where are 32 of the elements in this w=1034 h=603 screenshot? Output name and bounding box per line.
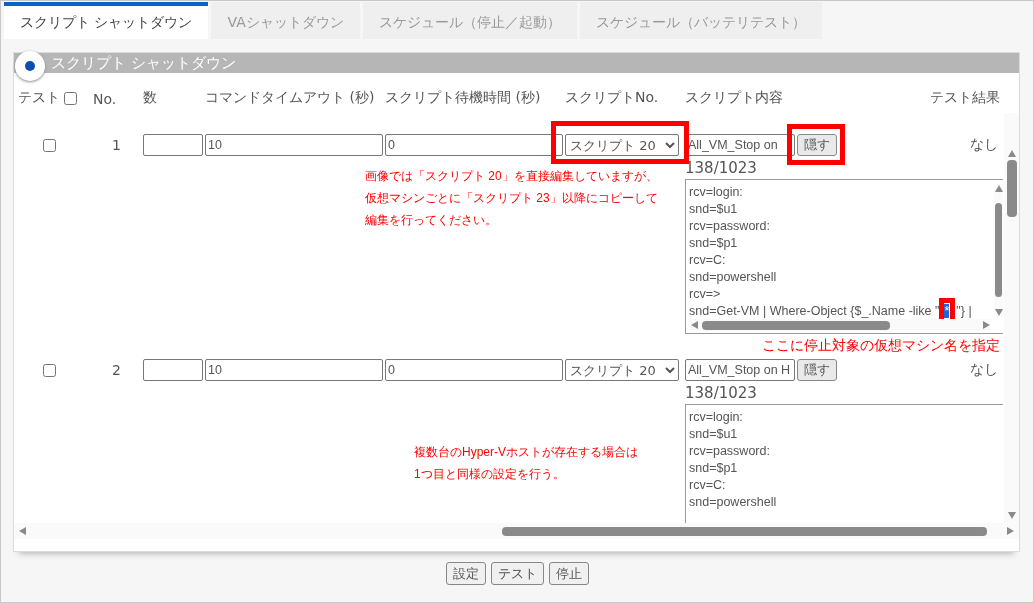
column-header: テスト結果 [930,89,1001,107]
char-count: 138/1023 [685,382,757,404]
script-select[interactable]: スクリプト 20 [565,359,679,381]
column-header: 数 [143,89,157,107]
action-button[interactable]: テスト [490,562,544,585]
annotation-text: 画像では「スクリプト 20」を直接編集していますが、 仮想マシンごとに「スクリプト 23」以降にコピーして 編集を行ってください。 [364,168,659,229]
tab[interactable]: スクリプト シャットダウン [4,2,209,39]
row-number: 2 [112,362,122,378]
script-select[interactable]: スクリプト 20 [565,134,679,156]
annotation-text: 複数台のHyper-Vホストが存在する場合は 1つ目と同様の設定を行う。 [413,444,639,483]
action-button[interactable]: 設定 [445,562,486,585]
action-button[interactable]: 停止 [548,562,589,585]
wait-time-field[interactable]: 0 [385,134,563,156]
wait-time-field[interactable]: 0 [385,359,563,381]
script-name-field[interactable]: All_VM_Stop on H [685,359,795,381]
column-header: No. [92,91,117,107]
char-count: 138/1023 [685,157,757,179]
panel-title: スクリプト シャットダウン [51,53,236,73]
column-header: テスト [18,89,60,107]
column-header: コマンドタイムアウト (秒) [205,89,375,107]
column-header: スクリプト待機時間 (秒) [385,89,541,107]
annotation-text: ここに停止対象の仮想マシン名を指定 [762,337,1001,355]
column-header: スクリプトNo. [565,89,659,107]
test-result: なし [970,361,999,379]
script-field[interactable]: rcv=login: snd=$u1 rcv=password: snd=$p1 rcv=C: snd=powershell rcv=> snd=Get-VM | Where-Object {$_.Name -like " * "} | [685,179,1003,334]
timeout-field[interactable]: 10 [205,134,383,156]
test-result: なし [970,136,999,154]
hide-button[interactable]: 隠す [797,134,837,156]
column-header: スクリプト内容 [685,89,783,107]
timeout-field[interactable]: 10 [205,359,383,381]
row-number: 1 [112,137,122,153]
hide-button[interactable]: 隠す [797,359,837,381]
